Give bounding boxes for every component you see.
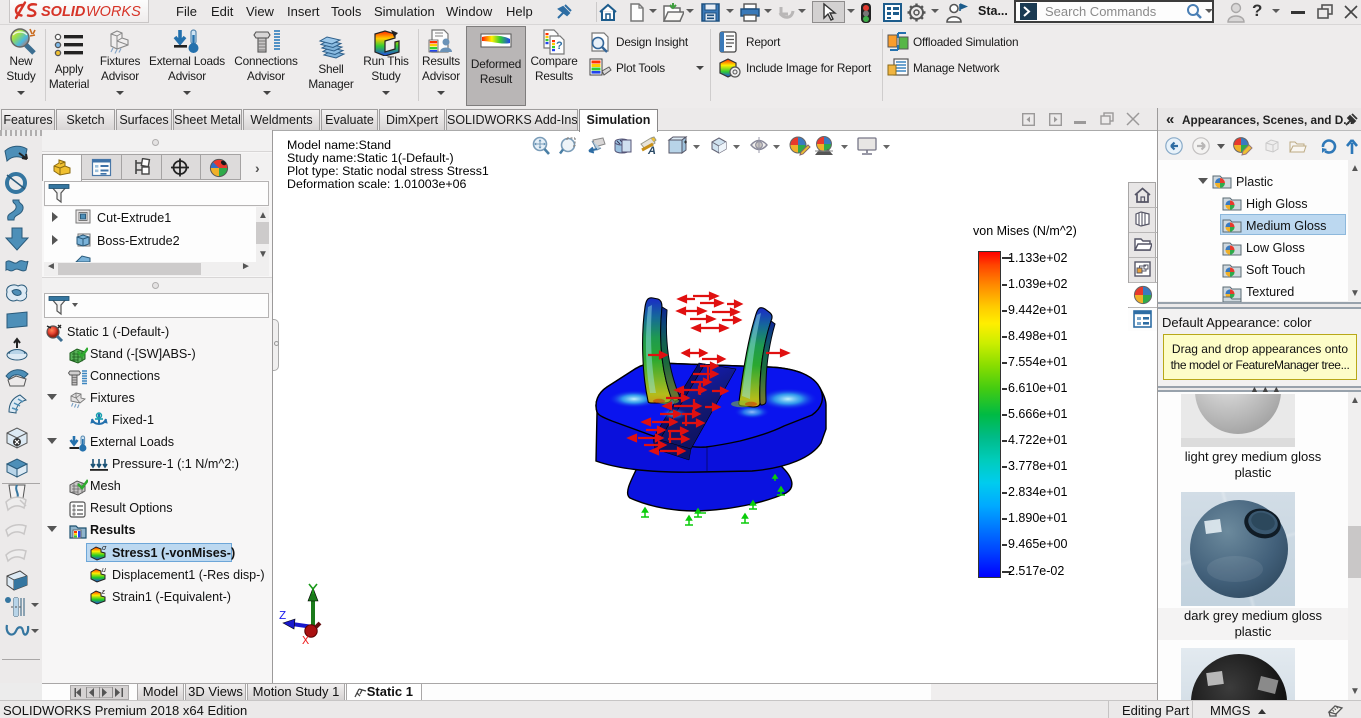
svg-text:WORKS: WORKS <box>86 4 141 20</box>
svg-text:Z: Z <box>279 609 286 623</box>
svg-text:u: u <box>102 567 106 574</box>
svg-text:A: A <box>647 145 656 157</box>
svg-text:?: ? <box>556 40 563 52</box>
svg-text:σ: σ <box>102 545 107 552</box>
svg-text:ε: ε <box>102 589 106 596</box>
svg-text:SOLID: SOLID <box>41 4 86 20</box>
svg-text:X: X <box>302 634 309 646</box>
